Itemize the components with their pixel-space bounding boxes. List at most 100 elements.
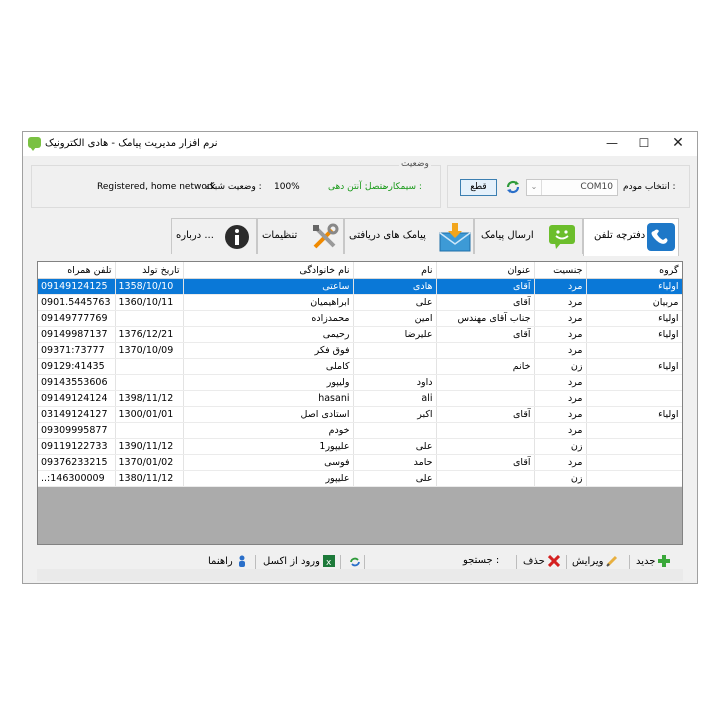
tab-inbox[interactable]: پیامک های دریافتی xyxy=(344,218,474,254)
group-cell[interactable]: اولیاء xyxy=(586,278,682,295)
edit-button[interactable]: ویرایش xyxy=(572,555,618,567)
modem-select[interactable]: ⌄ COM10 xyxy=(526,179,618,196)
table-row[interactable]: 09119122733 1390/11/12 علیپور1 علی زن xyxy=(38,438,682,455)
family-name-cell[interactable]: محمدزاده xyxy=(183,310,354,327)
close-button[interactable]: ✕ xyxy=(663,132,693,156)
family-name-cell[interactable]: ابراهیمیان xyxy=(183,294,354,311)
table-row[interactable]: 09149987137 1376/12/21 رحیمی علیرضا آقای مرد ا… xyxy=(38,326,682,343)
family-name-cell[interactable]: خودم xyxy=(183,422,354,439)
table-row[interactable]: 09376233215 1370/01/02 فوسی حامد آقای مرد xyxy=(38,454,682,471)
title-cell[interactable]: آقای xyxy=(436,406,535,423)
group-cell[interactable]: مربیان xyxy=(586,294,682,311)
tab-about[interactable]: درباره ... xyxy=(171,218,257,254)
title-cell[interactable]: آقای xyxy=(436,278,535,295)
col-header-group[interactable]: گروه xyxy=(586,262,682,279)
table-row[interactable]: 09129:41435 کاملی خانم زن اولیاء xyxy=(38,358,682,375)
maximize-button[interactable]: ☐ xyxy=(629,132,659,156)
birth-date-cell[interactable] xyxy=(115,358,184,375)
gender-cell[interactable]: مرد xyxy=(534,294,587,311)
group-cell[interactable] xyxy=(586,374,682,391)
gender-cell[interactable]: مرد xyxy=(534,406,587,423)
col-header-family[interactable]: نام خانوادگی xyxy=(183,262,354,279)
gender-cell[interactable]: زن xyxy=(534,358,587,375)
mobile-cell[interactable]: 03149124127 xyxy=(38,406,116,423)
first-name-cell[interactable]: ali xyxy=(353,390,437,407)
title-cell[interactable] xyxy=(436,390,535,407)
first-name-cell[interactable]: علی xyxy=(353,438,437,455)
mobile-cell[interactable]: 09149777769 xyxy=(38,310,116,327)
birth-date-cell[interactable]: 1390/11/12 xyxy=(115,438,184,455)
table-row[interactable]: 09309995877 خودم مرد xyxy=(38,422,682,439)
table-row[interactable]: ..:146300009 1380/11/12 علیپور علی زن xyxy=(38,470,682,487)
tab-phonebook[interactable]: دفترچه تلفن xyxy=(583,218,679,256)
col-header-mobile[interactable]: تلفن همراه xyxy=(38,262,116,279)
birth-date-cell[interactable]: 1380/11/12 xyxy=(115,470,184,487)
title-cell[interactable]: آقای xyxy=(436,326,535,343)
table-row[interactable]: 0901.5445763 1360/10/11 ابراهیمیان علی آقای م… xyxy=(38,294,682,311)
title-cell[interactable] xyxy=(436,438,535,455)
group-cell[interactable] xyxy=(586,390,682,407)
mobile-cell[interactable]: 09371:73777 xyxy=(38,342,116,359)
title-cell[interactable]: آقای xyxy=(436,294,535,311)
family-name-cell[interactable]: علیپور1 xyxy=(183,438,354,455)
gender-cell[interactable]: مرد xyxy=(534,342,587,359)
gender-cell[interactable]: مرد xyxy=(534,278,587,295)
title-cell[interactable] xyxy=(436,374,535,391)
gender-cell[interactable]: مرد xyxy=(534,326,587,343)
family-name-cell[interactable]: فوق فکر xyxy=(183,342,354,359)
delete-button[interactable]: حذف xyxy=(523,555,560,567)
first-name-cell[interactable]: امین xyxy=(353,310,437,327)
disconnect-button[interactable]: قطع xyxy=(460,179,497,196)
title-cell[interactable]: آقای xyxy=(436,454,535,471)
first-name-cell[interactable]: علی xyxy=(353,470,437,487)
table-row[interactable]: 09149777769 محمدزاده امین جناب آقای مهندس مر… xyxy=(38,310,682,327)
family-name-cell[interactable]: علیپور xyxy=(183,470,354,487)
gender-cell[interactable]: مرد xyxy=(534,374,587,391)
chevron-down-icon[interactable]: ⌄ xyxy=(527,180,542,195)
first-name-cell[interactable] xyxy=(353,358,437,375)
gender-cell[interactable]: مرد xyxy=(534,310,587,327)
title-cell[interactable] xyxy=(436,470,535,487)
family-name-cell[interactable]: کاملی xyxy=(183,358,354,375)
gender-cell[interactable]: مرد xyxy=(534,422,587,439)
mobile-cell[interactable]: 09376233215 xyxy=(38,454,116,471)
mobile-cell[interactable]: 09149124124 xyxy=(38,390,116,407)
first-name-cell[interactable] xyxy=(353,422,437,439)
gender-cell[interactable]: زن xyxy=(534,470,587,487)
first-name-cell[interactable]: هادی xyxy=(353,278,437,295)
group-cell[interactable] xyxy=(586,422,682,439)
refresh-icon[interactable] xyxy=(349,556,361,568)
family-name-cell[interactable]: رحیمی xyxy=(183,326,354,343)
table-row[interactable]: 09149124124 1398/11/12 hasani ali مرد xyxy=(38,390,682,407)
title-cell[interactable]: خانم xyxy=(436,358,535,375)
mobile-cell[interactable]: 09149987137 xyxy=(38,326,116,343)
refresh-icon[interactable] xyxy=(505,179,521,195)
birth-date-cell[interactable]: 1398/11/12 xyxy=(115,390,184,407)
birth-date-cell[interactable]: 1370/10/09 xyxy=(115,342,184,359)
import-excel-button[interactable]: ورود از اکسل x xyxy=(263,555,335,567)
mobile-cell[interactable]: 09129:41435 xyxy=(38,358,116,375)
col-header-birth[interactable]: تاریخ تولد xyxy=(115,262,184,279)
table-row[interactable]: 09371:73777 1370/10/09 فوق فکر مرد xyxy=(38,342,682,359)
first-name-cell[interactable]: اکبر xyxy=(353,406,437,423)
minimize-button[interactable]: — xyxy=(597,132,627,156)
table-row[interactable]: 03149124127 1300/01/01 استادی اصل اکبر آقای م… xyxy=(38,406,682,423)
first-name-cell[interactable]: حامد xyxy=(353,454,437,471)
table-row[interactable]: 09149124125 1358/10/10 ساعتی هادی آقای مرد اول… xyxy=(38,278,682,295)
col-header-gender[interactable]: جنسیت xyxy=(534,262,587,279)
tab-send-sms[interactable]: ارسال پیامک xyxy=(474,218,583,254)
birth-date-cell[interactable] xyxy=(115,422,184,439)
title-cell[interactable]: جناب آقای مهندس xyxy=(436,310,535,327)
family-name-cell[interactable]: استادی اصل xyxy=(183,406,354,423)
family-name-cell[interactable]: hasani xyxy=(183,390,354,407)
help-button[interactable]: راهنما xyxy=(208,555,248,567)
tab-settings[interactable]: تنظیمات xyxy=(257,218,344,254)
birth-date-cell[interactable]: 1358/10/10 xyxy=(115,278,184,295)
mobile-cell[interactable]: 09119122733 xyxy=(38,438,116,455)
group-cell[interactable] xyxy=(586,438,682,455)
col-header-title[interactable]: عنوان xyxy=(436,262,535,279)
group-cell[interactable] xyxy=(586,454,682,471)
birth-date-cell[interactable] xyxy=(115,374,184,391)
birth-date-cell[interactable]: 1370/01/02 xyxy=(115,454,184,471)
mobile-cell[interactable]: ..:146300009 xyxy=(38,470,116,487)
